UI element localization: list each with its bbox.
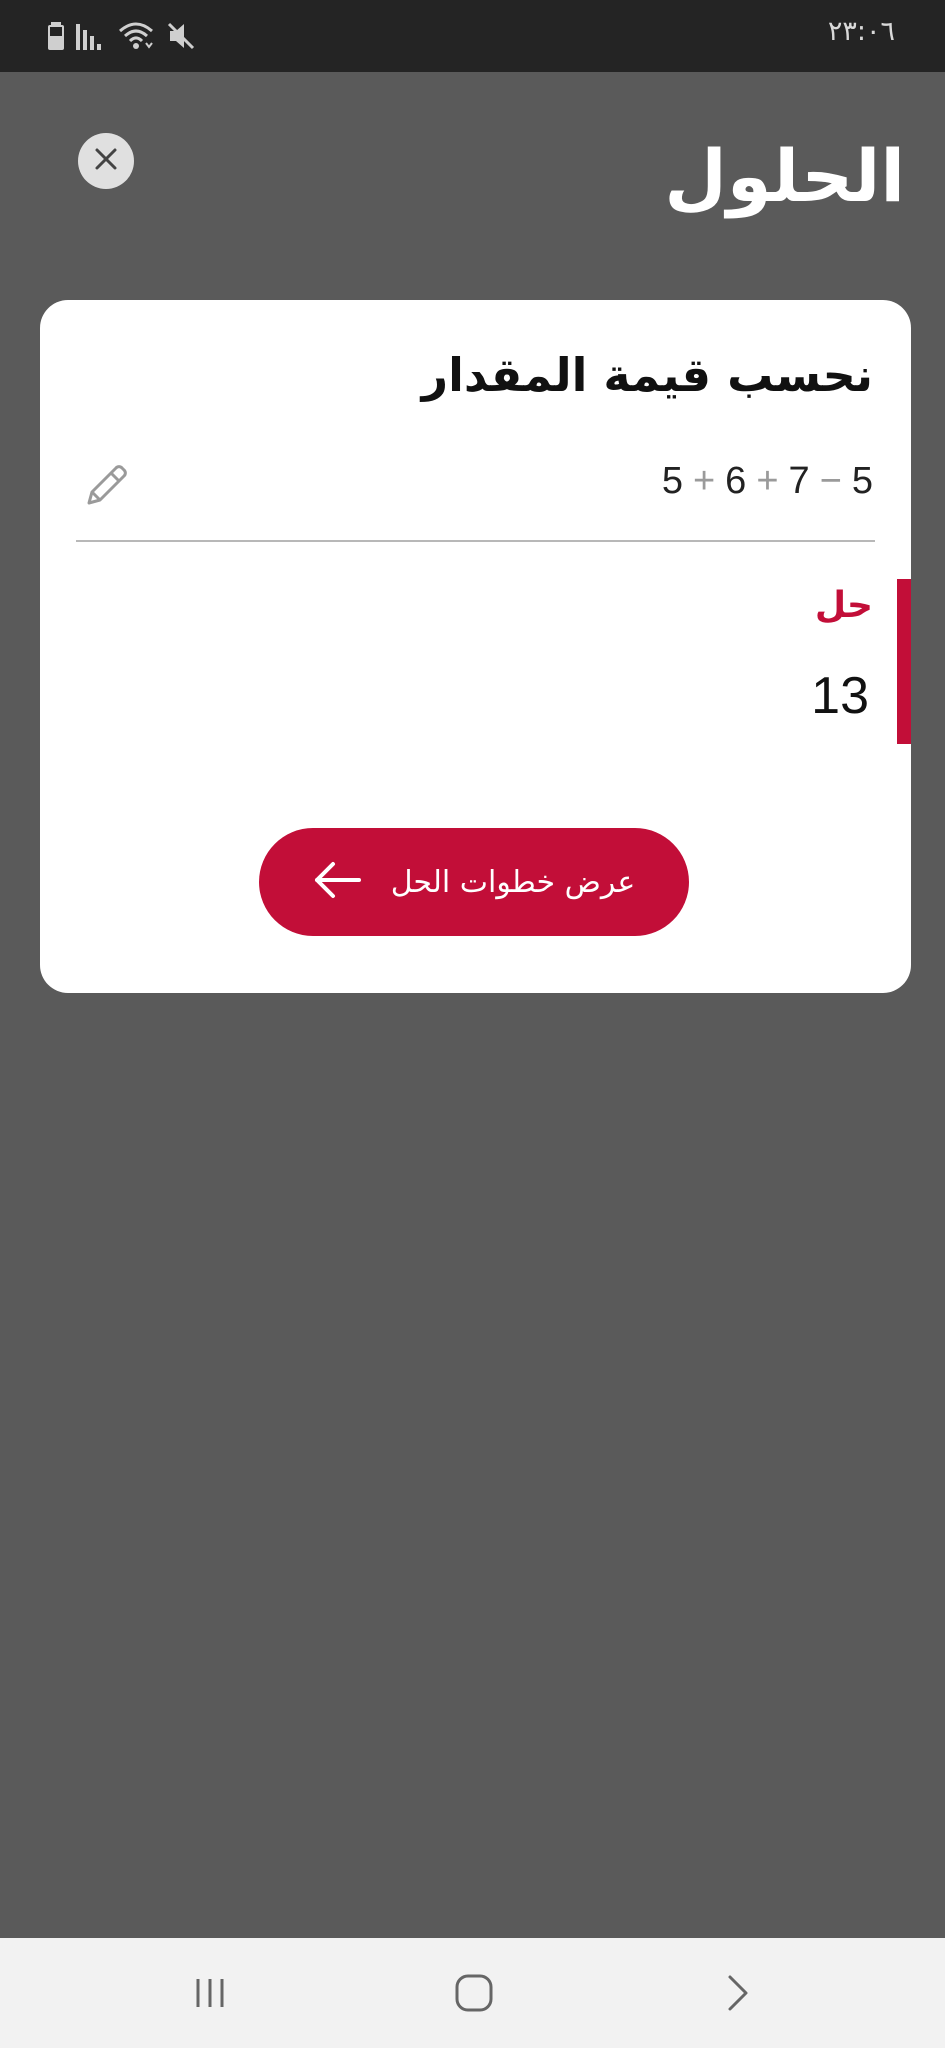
show-steps-button[interactable]: عرض خطوات الحل <box>259 828 689 936</box>
back-icon <box>720 1973 756 2017</box>
expression[interactable]: 5 + 6 + 7 − 5 <box>662 460 873 503</box>
wifi-icon <box>118 21 154 51</box>
expression-token: 5 <box>851 460 873 502</box>
solution-accent-bar <box>897 579 911 744</box>
signal-icon <box>76 22 106 50</box>
mute-icon <box>166 21 196 51</box>
back-button[interactable] <box>708 1968 768 2022</box>
close-icon <box>93 146 119 176</box>
status-time: ٢٣:٠٦ <box>827 16 895 47</box>
solution-card: نحسب قيمة المقدار 5 + 6 + 7 − 5 حل 13 عر… <box>40 300 911 993</box>
status-icons <box>48 18 196 54</box>
expression-token: 6 <box>725 460 747 502</box>
problem-title: نحسب قيمة المقدار <box>421 348 873 402</box>
expression-token: 5 <box>661 460 683 502</box>
battery-icon <box>48 22 64 50</box>
close-button[interactable] <box>78 133 134 189</box>
solution-label: حل <box>814 585 873 626</box>
expression-row: 5 + 6 + 7 − 5 <box>76 450 875 542</box>
expression-operator: − <box>819 460 842 502</box>
expression-token: 7 <box>788 460 810 502</box>
edit-button[interactable] <box>78 460 134 516</box>
home-button[interactable] <box>444 1968 504 2022</box>
recent-apps-button[interactable] <box>180 1968 240 2022</box>
solution-value: 13 <box>811 667 869 725</box>
recent-apps-icon <box>190 1975 230 2015</box>
status-bar: ٢٣:٠٦ <box>0 0 945 72</box>
navigation-bar <box>0 1938 945 2048</box>
home-icon <box>454 1973 494 2017</box>
show-steps-label: عرض خطوات الحل <box>390 864 636 900</box>
page-title: الحلول <box>664 134 905 218</box>
pencil-icon <box>81 461 131 515</box>
expression-operator: + <box>692 460 716 502</box>
arrow-left-icon <box>313 860 363 904</box>
expression-operator: + <box>756 460 779 502</box>
